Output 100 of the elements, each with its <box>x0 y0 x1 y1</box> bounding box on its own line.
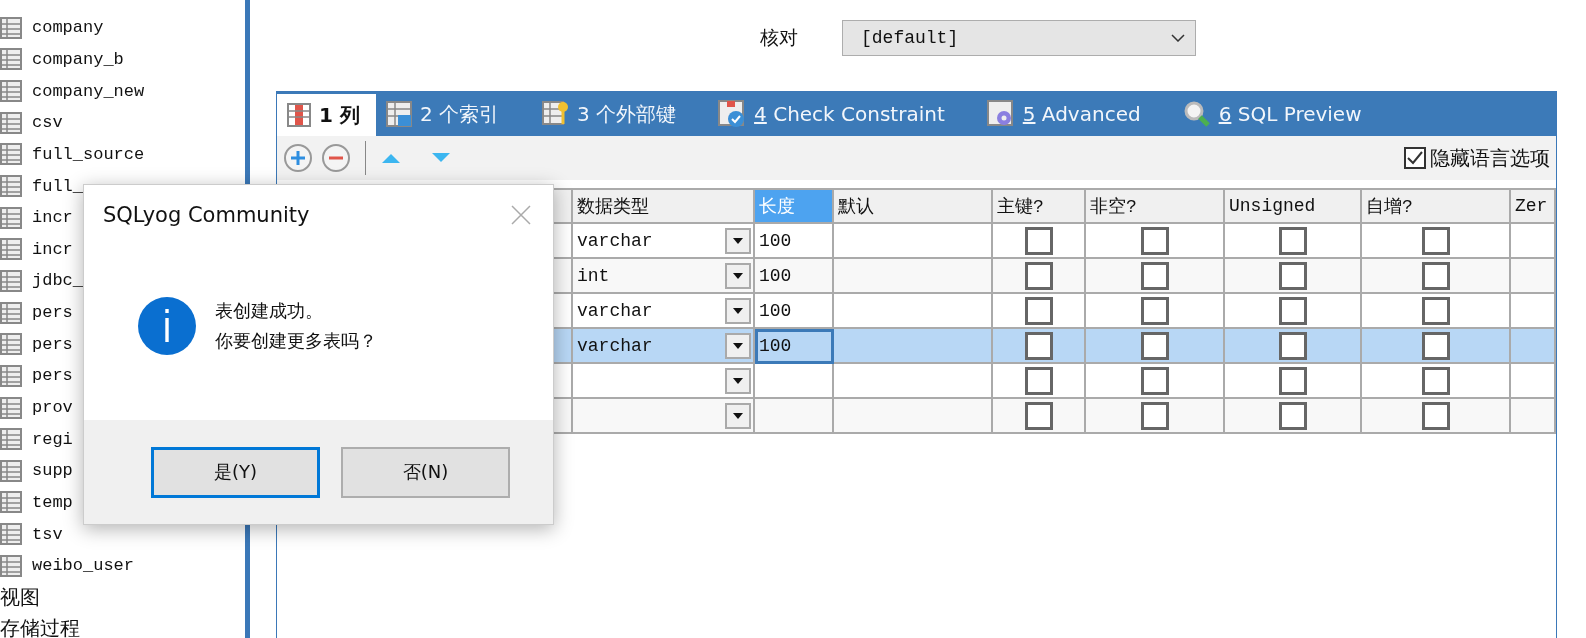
table-name[interactable]: incr <box>32 208 73 228</box>
table-cell[interactable] <box>1511 329 1556 364</box>
checkbox[interactable] <box>1421 331 1450 360</box>
table-icon <box>0 206 22 229</box>
table-cell[interactable]: 100 <box>755 259 834 294</box>
data-type-cell[interactable]: varchar <box>573 294 755 329</box>
table-cell[interactable]: 100 <box>755 294 834 329</box>
checkbox[interactable] <box>1421 261 1450 290</box>
table-cell[interactable] <box>834 399 993 434</box>
table-name[interactable]: tsv <box>32 524 63 544</box>
table-name[interactable]: weibo_user <box>32 556 135 576</box>
checkbox[interactable] <box>1140 296 1169 325</box>
table-name[interactable]: temp <box>32 492 73 512</box>
checkbox[interactable] <box>1421 366 1450 395</box>
table-cell[interactable] <box>834 294 993 329</box>
dropdown-button[interactable] <box>725 262 751 289</box>
table-cell[interactable]: 100 <box>755 329 834 364</box>
collation-select[interactable]: [default] <box>842 20 1196 56</box>
caret-icon <box>733 307 743 314</box>
table-name[interactable]: full_source <box>32 144 145 164</box>
table-name[interactable]: full_ <box>32 176 83 196</box>
table-name[interactable]: regi <box>32 429 73 449</box>
checkbox[interactable] <box>1421 296 1450 325</box>
checkbox[interactable] <box>1140 226 1169 255</box>
data-type-cell[interactable]: varchar <box>573 224 755 259</box>
add-icon[interactable] <box>283 143 313 173</box>
table-name[interactable]: jdbc_ <box>32 271 83 291</box>
column-header[interactable]: 默认 <box>834 190 993 224</box>
table-cell[interactable] <box>1511 294 1556 329</box>
table-icon <box>0 333 22 356</box>
table-cell[interactable] <box>834 224 993 259</box>
table-cell[interactable] <box>1511 364 1556 399</box>
table-name[interactable]: csv <box>32 113 63 133</box>
table-cell[interactable] <box>755 364 834 399</box>
checkbox[interactable] <box>1278 261 1307 290</box>
tab[interactable]: 4 Check Constraint <box>708 92 965 136</box>
table-icon <box>0 459 22 482</box>
table-name[interactable]: pers <box>32 366 73 386</box>
dropdown-button[interactable] <box>725 297 751 324</box>
table-cell[interactable] <box>1511 259 1556 294</box>
folder-label[interactable]: 视图 <box>0 583 40 611</box>
hide-language-options-checkbox[interactable]: 隐藏语言选项 <box>1404 144 1550 172</box>
checkbox[interactable] <box>1024 296 1053 325</box>
remove-icon[interactable] <box>321 143 351 173</box>
checkbox[interactable] <box>1278 401 1307 430</box>
checkbox[interactable] <box>1140 261 1169 290</box>
data-type-cell[interactable] <box>573 364 755 399</box>
column-header[interactable]: 非空? <box>1086 190 1225 224</box>
dropdown-button[interactable] <box>725 227 751 254</box>
table-name[interactable]: company_new <box>32 81 145 101</box>
table-icon <box>0 48 22 71</box>
checkbox[interactable] <box>1278 226 1307 255</box>
table-cell[interactable] <box>1511 399 1556 434</box>
checkbox[interactable] <box>1024 331 1053 360</box>
checkbox[interactable] <box>1278 296 1307 325</box>
checkbox[interactable] <box>1140 401 1169 430</box>
table-name[interactable]: company <box>32 18 104 38</box>
table-name[interactable]: pers <box>32 334 73 354</box>
dropdown-button[interactable] <box>725 367 751 394</box>
checkbox[interactable] <box>1140 366 1169 395</box>
dropdown-button[interactable] <box>725 332 751 359</box>
caret-icon <box>733 342 743 349</box>
checkbox[interactable] <box>1140 331 1169 360</box>
table-cell[interactable]: 100 <box>755 224 834 259</box>
data-type-cell[interactable] <box>573 399 755 434</box>
folder-label[interactable]: 存储过程 <box>0 615 80 638</box>
checkbox[interactable] <box>1421 226 1450 255</box>
table-icon <box>0 491 22 514</box>
dropdown-button[interactable] <box>725 402 751 429</box>
checkbox[interactable] <box>1024 226 1053 255</box>
table-name[interactable]: incr <box>32 239 73 259</box>
table-cell[interactable] <box>755 399 834 434</box>
tab[interactable]: 5 Advanced <box>976 92 1161 136</box>
data-type-cell[interactable]: varchar <box>573 329 755 364</box>
checkbox[interactable] <box>1024 366 1053 395</box>
table-cell[interactable] <box>834 259 993 294</box>
table-name[interactable]: supp <box>32 461 73 481</box>
checkbox[interactable] <box>1278 366 1307 395</box>
tab[interactable]: 2 个索引 <box>375 92 519 136</box>
table-cell[interactable] <box>834 329 993 364</box>
checkbox[interactable] <box>1024 401 1053 430</box>
table-cell[interactable] <box>834 364 993 399</box>
column-header[interactable]: Zer <box>1511 190 1556 224</box>
column-header[interactable]: Unsigned <box>1225 190 1362 224</box>
checkbox[interactable] <box>1024 261 1053 290</box>
tab[interactable]: 6 SQL Preview <box>1172 92 1382 136</box>
checkbox[interactable] <box>1278 331 1307 360</box>
column-header[interactable]: 数据类型 <box>573 190 755 224</box>
tab[interactable]: 3 个外部键 <box>531 92 697 136</box>
tab[interactable]: 1 列 <box>277 94 376 136</box>
checkbox[interactable] <box>1421 401 1450 430</box>
table-cell[interactable] <box>1511 224 1556 259</box>
table-name[interactable]: prov <box>32 398 73 417</box>
column-header[interactable]: 主键? <box>993 190 1086 224</box>
yes-button[interactable]: 是(Y) <box>151 446 320 498</box>
table-name[interactable]: company_b <box>32 49 124 69</box>
data-type-cell[interactable]: int <box>573 259 755 294</box>
table-name[interactable]: pers <box>32 303 73 323</box>
column-header[interactable]: 自增? <box>1362 190 1511 224</box>
no-button[interactable]: 否(N) <box>341 446 510 498</box>
